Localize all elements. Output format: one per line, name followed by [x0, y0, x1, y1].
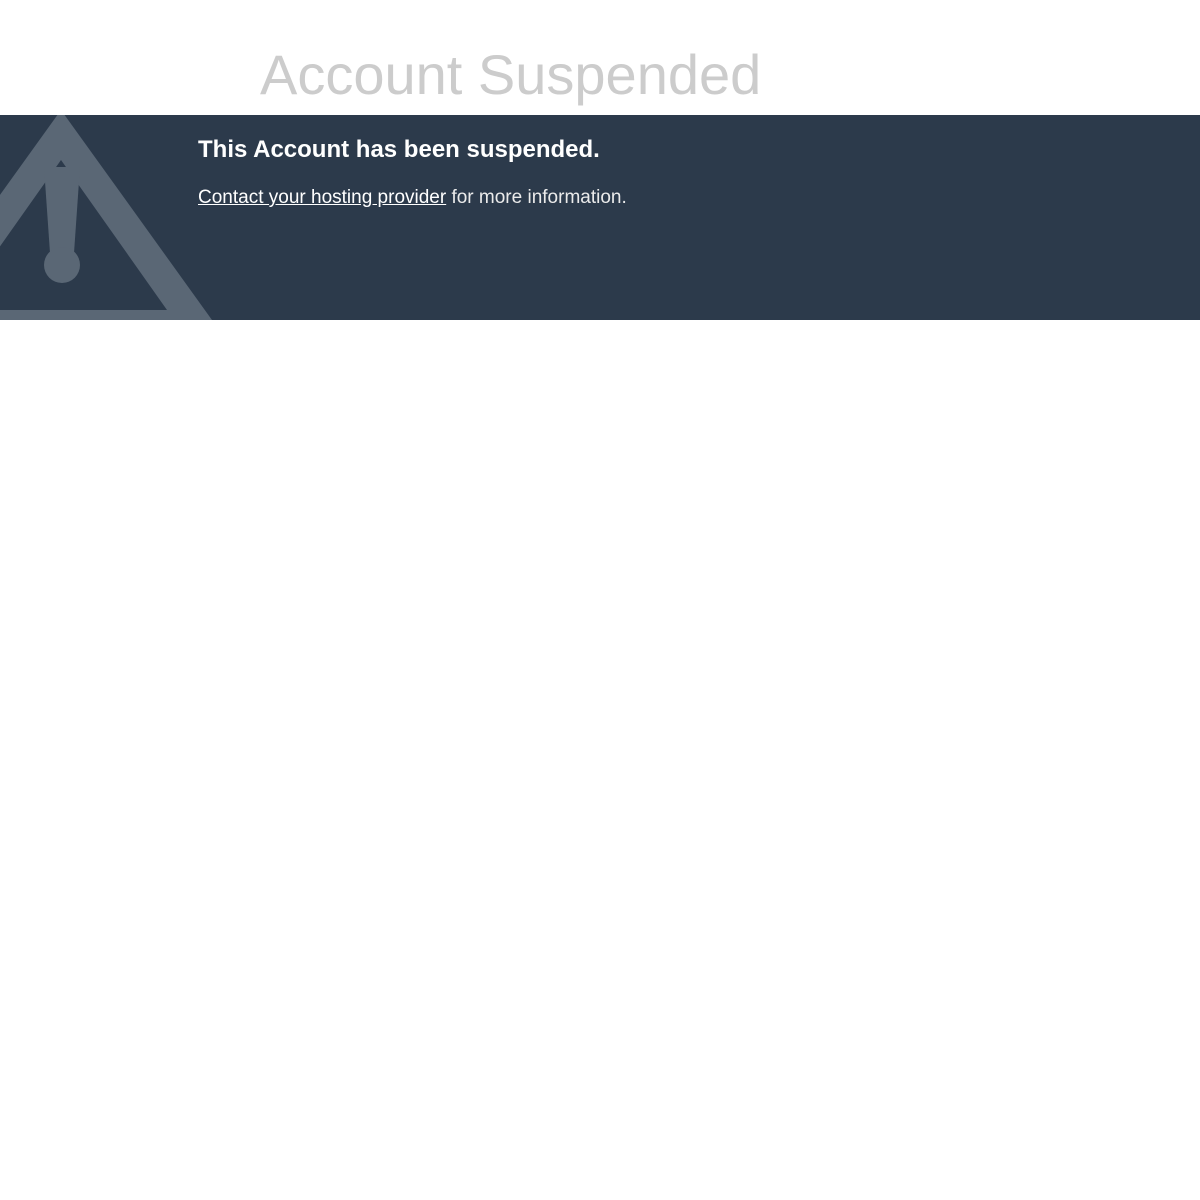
page-title: Account Suspended — [260, 43, 762, 106]
info-trailing-text: for more information. — [446, 187, 627, 208]
warning-triangle-icon — [0, 115, 212, 320]
contact-info-line: Contact your hosting provider for more i… — [198, 185, 627, 211]
suspension-headline: This Account has been suspended. — [198, 136, 600, 163]
contact-hosting-provider-link[interactable]: Contact your hosting provider — [198, 187, 446, 208]
suspension-banner: This Account has been suspended. Contact… — [0, 115, 1200, 320]
suspended-page: Account Suspended This Account has been … — [0, 0, 1200, 1200]
suspension-message: This Account has been suspended. Contact… — [198, 135, 627, 211]
